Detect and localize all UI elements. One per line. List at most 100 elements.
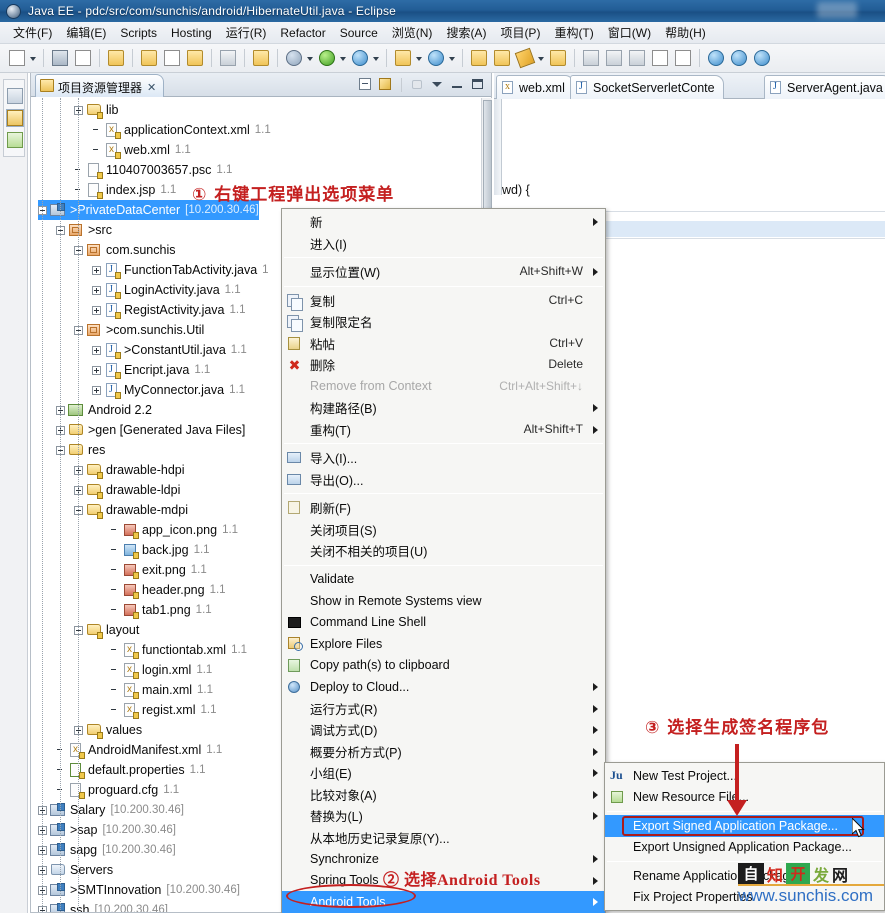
tree-row[interactable]: >SMTInnovation[10.200.30.46] <box>38 880 240 900</box>
expand-icon[interactable] <box>92 366 101 375</box>
context-menu-item[interactable]: Explore Files <box>282 633 605 655</box>
view-toolbar[interactable] <box>357 76 486 93</box>
menu-navigate[interactable]: 浏览(N) <box>385 22 440 43</box>
context-menu-item[interactable]: 关闭项目(S) <box>282 519 605 541</box>
context-menu-item[interactable]: 概要分析方式(P) <box>282 741 605 763</box>
pin-icon[interactable] <box>514 47 536 69</box>
expand-icon[interactable] <box>92 346 101 355</box>
tree-row[interactable]: regist.xml1.1 <box>110 700 216 720</box>
open-type-icon[interactable] <box>250 47 272 69</box>
context-menu-item[interactable]: 构建路径(B) <box>282 397 605 419</box>
save-icon[interactable] <box>49 47 71 69</box>
view-menu-icon[interactable] <box>409 76 426 93</box>
scrollbar-thumb[interactable] <box>483 100 492 220</box>
context-menu-item[interactable]: 显示位置(W)Alt+Shift+W <box>282 261 605 283</box>
menu-refactor[interactable]: Refactor <box>273 24 332 42</box>
context-menu-item[interactable]: 复制限定名 <box>282 311 605 333</box>
tree-row[interactable]: drawable-hdpi <box>74 460 190 480</box>
debug-dropdown-arrow[interactable] <box>306 47 315 69</box>
tree-row[interactable]: Android 2.2 <box>56 400 157 420</box>
tree-row[interactable]: AndroidManifest.xml1.1 <box>56 740 222 760</box>
context-menu-item[interactable]: 从本地历史记录复原(Y)... <box>282 827 605 849</box>
menu-run[interactable]: 运行(R) <box>219 22 274 43</box>
project-context-menu[interactable]: 新进入(I)显示位置(W)Alt+Shift+W复制Ctrl+C复制限定名粘帖C… <box>281 208 606 913</box>
tree-row[interactable]: back.jpg1.1 <box>110 540 210 560</box>
maximize-icon[interactable] <box>469 76 486 93</box>
new-xml-icon[interactable] <box>184 47 206 69</box>
tree-row[interactable]: >sap[10.200.30.46] <box>38 820 176 840</box>
refresh-icon[interactable] <box>392 47 414 69</box>
context-menu-item[interactable]: ✖删除Delete <box>282 354 605 376</box>
menu-help[interactable]: 帮助(H) <box>658 22 713 43</box>
menu-window[interactable]: 窗口(W) <box>601 22 658 43</box>
tree-row[interactable]: >gen [Generated Java Files] <box>56 420 250 440</box>
tree-row[interactable]: >ConstantUtil.java1.1 <box>92 340 247 360</box>
tree-row[interactable]: web.xml1.1 <box>92 140 191 160</box>
submenu-item[interactable]: JuNew Test Project... <box>605 765 884 787</box>
context-menu-item[interactable]: Copy path(s) to clipboard <box>282 655 605 677</box>
editor-tab-socketserverletconte[interactable]: SocketServerletConte <box>570 75 724 99</box>
context-menu-item[interactable]: 重构(T)Alt+Shift+T <box>282 419 605 441</box>
tree-row[interactable]: MyConnector.java1.1 <box>92 380 245 400</box>
restore-perspective-icon[interactable] <box>7 88 23 104</box>
context-menu-item[interactable]: 复制Ctrl+C <box>282 290 605 312</box>
tree-row[interactable]: >src <box>56 220 117 240</box>
context-menu-item[interactable]: 新 <box>282 211 605 233</box>
close-icon[interactable]: ✕ <box>147 81 156 94</box>
context-menu-item[interactable]: 调试方式(D) <box>282 719 605 741</box>
new-icon[interactable] <box>6 47 28 69</box>
server-dropdown-arrow[interactable] <box>448 47 457 69</box>
menu-file[interactable]: 文件(F) <box>6 22 59 43</box>
menubar[interactable]: 文件(F) 编辑(E) Scripts Hosting 运行(R) Refact… <box>0 22 885 44</box>
tree-row[interactable]: RegistActivity.java1.1 <box>92 300 246 320</box>
menu-scripts[interactable]: Scripts <box>113 24 164 42</box>
expand-icon[interactable] <box>92 266 101 275</box>
menu-project[interactable]: 项目(P) <box>493 22 547 43</box>
refresh-dropdown-arrow[interactable] <box>415 47 424 69</box>
context-menu-item[interactable]: 小组(E) <box>282 762 605 784</box>
tree-row[interactable]: ssh[10.200.30.46] <box>38 900 168 912</box>
tree-row[interactable]: Encript.java1.1 <box>92 360 210 380</box>
tree-row[interactable]: applicationContext.xml1.1 <box>92 120 271 140</box>
context-menu-item[interactable]: Command Line Shell <box>282 612 605 634</box>
export-icon[interactable] <box>105 47 127 69</box>
submenu-item[interactable]: Export Unsigned Application Package... <box>605 837 884 859</box>
server-icon[interactable] <box>425 47 447 69</box>
tree-row[interactable]: drawable-mdpi <box>74 500 193 520</box>
menu-edit[interactable]: 编辑(E) <box>59 22 113 43</box>
toggle-breakpoint-icon[interactable] <box>217 47 239 69</box>
search-icon[interactable] <box>468 47 490 69</box>
context-menu-item[interactable]: 进入(I) <box>282 233 605 255</box>
chevron-down-icon[interactable] <box>429 76 446 93</box>
tree-row[interactable]: app_icon.png1.1 <box>110 520 238 540</box>
console-icon[interactable] <box>649 47 671 69</box>
new-java-icon[interactable] <box>161 47 183 69</box>
menu-refactor2[interactable]: 重构(T) <box>547 22 600 43</box>
context-menu-item[interactable]: 导出(O)... <box>282 469 605 491</box>
last-edit-icon[interactable] <box>626 47 648 69</box>
next-annotation-icon[interactable] <box>580 47 602 69</box>
main-toolbar[interactable] <box>0 44 885 73</box>
expand-icon[interactable] <box>92 386 101 395</box>
expand-icon[interactable] <box>92 286 101 295</box>
link-icon[interactable] <box>751 47 773 69</box>
context-menu-item[interactable]: Show in Remote Systems view <box>282 590 605 612</box>
expand-icon[interactable] <box>92 306 101 315</box>
save-all-icon[interactable] <box>72 47 94 69</box>
context-menu-item[interactable]: 刷新(F) <box>282 497 605 519</box>
tree-row[interactable]: LoginActivity.java1.1 <box>92 280 241 300</box>
tree-row[interactable]: tab1.png1.1 <box>110 600 212 620</box>
menu-hosting[interactable]: Hosting <box>164 24 219 42</box>
context-menu-item[interactable]: Deploy to Cloud... <box>282 676 605 698</box>
tree-row[interactable]: res <box>56 440 110 460</box>
editor-tab-webxml[interactable]: web.xml <box>496 75 574 99</box>
link-with-editor-icon[interactable] <box>377 76 394 93</box>
tree-row[interactable]: com.sunchis <box>74 240 180 260</box>
profile-dropdown-arrow[interactable] <box>372 47 381 69</box>
tree-row[interactable]: drawable-ldpi <box>74 480 185 500</box>
tab-project-explorer[interactable]: 项目资源管理器 ✕ <box>35 74 164 97</box>
tree-row[interactable]: FunctionTabActivity.java1 <box>92 260 269 280</box>
tree-row[interactable]: login.xml1.1 <box>110 660 212 680</box>
tree-row[interactable]: sapg[10.200.30.46] <box>38 840 176 860</box>
tree-row[interactable]: layout <box>74 620 144 640</box>
